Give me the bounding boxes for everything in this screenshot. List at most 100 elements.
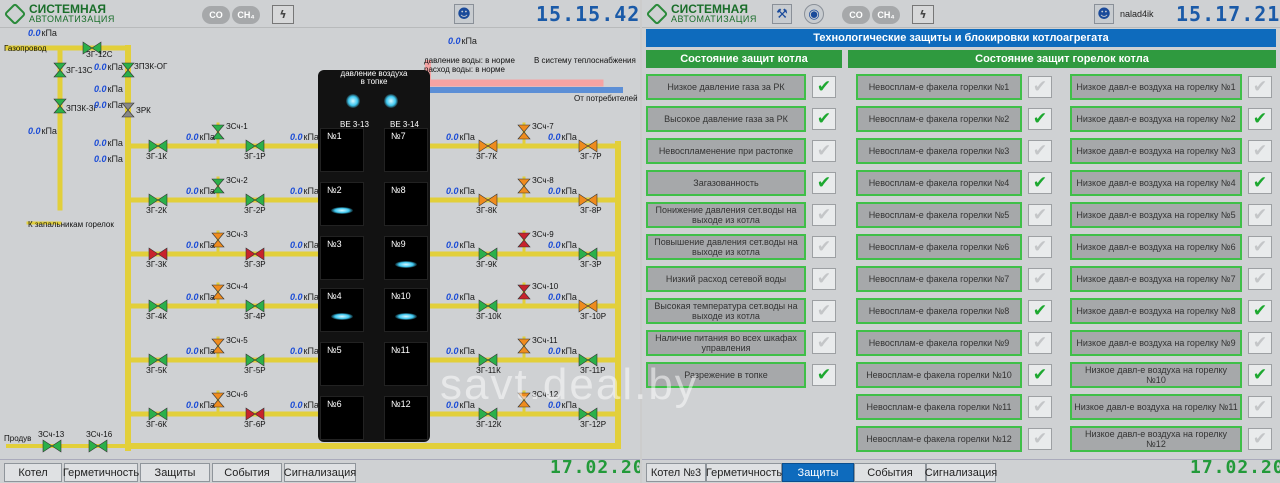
status-check-icon[interactable]: ✔ bbox=[1248, 140, 1272, 162]
air-protection-item[interactable]: Низкое давл-е воздуха на горелку №12 bbox=[1070, 426, 1242, 452]
label-ЗГ-2К: ЗГ-2К bbox=[146, 206, 167, 215]
boiler-protection-item[interactable]: Низкий расход сетевой воды bbox=[646, 266, 806, 292]
air-protection-item[interactable]: Низкое давл-е воздуха на горелку №1 bbox=[1070, 74, 1242, 100]
status-check-icon[interactable]: ✔ bbox=[1248, 396, 1272, 418]
burner-number: №2 bbox=[327, 185, 342, 195]
tab-events[interactable]: События bbox=[212, 463, 282, 482]
status-check-icon[interactable]: ✔ bbox=[1248, 76, 1272, 98]
burner-cell-left[interactable]: №5 bbox=[320, 342, 364, 386]
flame-protection-item[interactable]: Невосплам-е факела горелки №12 bbox=[856, 426, 1022, 452]
status-check-icon[interactable]: ✔ bbox=[812, 140, 836, 162]
ch4-sensor-icon[interactable]: CH₄ bbox=[232, 6, 260, 24]
boiler-protection-item[interactable]: Загазованность bbox=[646, 170, 806, 196]
tab-boiler[interactable]: Котел bbox=[4, 463, 62, 482]
flame-protection-item[interactable]: Невосплам-е факела горелки №4 bbox=[856, 170, 1022, 196]
boiler-protection-item[interactable]: Наличие питания во всех шкафах управлени… bbox=[646, 330, 806, 356]
user-icon[interactable]: ☻ bbox=[454, 4, 474, 24]
status-check-icon[interactable]: ✔ bbox=[1248, 428, 1272, 450]
air-protection-item[interactable]: Низкое давл-е воздуха на горелку №3 bbox=[1070, 138, 1242, 164]
flame-protection-item[interactable]: Невосплам-е факела горелки №7 bbox=[856, 266, 1022, 292]
pressure-unit: кПа bbox=[107, 154, 123, 164]
status-check-icon[interactable]: ✔ bbox=[1028, 332, 1052, 354]
status-check-icon[interactable]: ✔ bbox=[812, 364, 836, 386]
tab-tightness[interactable]: Герметичность bbox=[63, 463, 139, 482]
status-check-icon[interactable]: ✔ bbox=[1248, 172, 1272, 194]
air-protection-item[interactable]: Низкое давл-е воздуха на горелку №9 bbox=[1070, 330, 1242, 356]
burner-cell-left[interactable]: №3 bbox=[320, 236, 364, 280]
boiler-protection-item[interactable]: Высокая температура сет.воды на выходе и… bbox=[646, 298, 806, 324]
air-protection-item[interactable]: Низкое давл-е воздуха на горелку №10 bbox=[1070, 362, 1242, 388]
boiler-protection-item[interactable]: Разрежение в топке bbox=[646, 362, 806, 388]
boiler-protection-item[interactable]: Высокое давление газа за РК bbox=[646, 106, 806, 132]
status-check-icon[interactable]: ✔ bbox=[1028, 140, 1052, 162]
air-protection-item[interactable]: Низкое давл-е воздуха на горелку №4 bbox=[1070, 170, 1242, 196]
label-ЗГ-12К: ЗГ-12К bbox=[476, 420, 502, 429]
status-check-icon[interactable]: ✔ bbox=[812, 204, 836, 226]
pressure-unit: кПа bbox=[199, 292, 215, 302]
flame-protection-item[interactable]: Невосплам-е факела горелки №3 bbox=[856, 138, 1022, 164]
co-sensor-icon[interactable]: CO bbox=[202, 6, 230, 24]
status-check-icon[interactable]: ✔ bbox=[1248, 268, 1272, 290]
boiler-protection-item[interactable]: Повышение давления сет.воды на выходе из… bbox=[646, 234, 806, 260]
status-check-icon[interactable]: ✔ bbox=[812, 76, 836, 98]
burner-cell-left[interactable]: №4 bbox=[320, 288, 364, 332]
status-check-icon[interactable]: ✔ bbox=[812, 268, 836, 290]
tab-alarms[interactable]: Сигнализация bbox=[284, 463, 356, 482]
status-check-icon[interactable]: ✔ bbox=[1028, 76, 1052, 98]
burner-cell-left[interactable]: №2 bbox=[320, 182, 364, 226]
status-check-icon[interactable]: ✔ bbox=[1248, 204, 1272, 226]
flame-protection-item[interactable]: Невосплам-е факела горелки №10 bbox=[856, 362, 1022, 388]
status-check-icon[interactable]: ✔ bbox=[812, 300, 836, 322]
tab-boiler[interactable]: Котел №3 bbox=[646, 463, 706, 482]
status-check-icon[interactable]: ✔ bbox=[1248, 300, 1272, 322]
status-check-icon[interactable]: ✔ bbox=[812, 236, 836, 258]
tab-tightness[interactable]: Герметичность bbox=[706, 463, 782, 482]
flame-protection-item[interactable]: Невосплам-е факела горелки №11 bbox=[856, 394, 1022, 420]
burner-cell-left[interactable]: №6 bbox=[320, 396, 364, 440]
burner-cell-right[interactable]: №11 bbox=[384, 342, 428, 386]
status-check-icon[interactable]: ✔ bbox=[1028, 108, 1052, 130]
flame-protection-item[interactable]: Невосплам-е факела горелки №8 bbox=[856, 298, 1022, 324]
status-check-icon[interactable]: ✔ bbox=[1028, 396, 1052, 418]
status-check-icon[interactable]: ✔ bbox=[812, 172, 836, 194]
burner-cell-right[interactable]: №9 bbox=[384, 236, 428, 280]
burner-cell-left[interactable]: №1 bbox=[320, 128, 364, 172]
boiler-protection-item[interactable]: Понижение давления сет.воды на выходе из… bbox=[646, 202, 806, 228]
air-protection-item[interactable]: Низкое давл-е воздуха на горелку №7 bbox=[1070, 266, 1242, 292]
air-protection-item[interactable]: Низкое давл-е воздуха на горелку №2 bbox=[1070, 106, 1242, 132]
flame-protection-item[interactable]: Невосплам-е факела горелки №5 bbox=[856, 202, 1022, 228]
status-check-icon[interactable]: ✔ bbox=[1028, 204, 1052, 226]
status-check-icon[interactable]: ✔ bbox=[812, 108, 836, 130]
status-check-icon[interactable]: ✔ bbox=[1028, 364, 1052, 386]
status-check-icon[interactable]: ✔ bbox=[1028, 236, 1052, 258]
air-protection-item[interactable]: Низкое давл-е воздуха на горелку №8 bbox=[1070, 298, 1242, 324]
flame-protection-item[interactable]: Невосплам-е факела горелки №2 bbox=[856, 106, 1022, 132]
air-protection-item[interactable]: Низкое давл-е воздуха на горелку №5 bbox=[1070, 202, 1242, 228]
voltage-warning-icon[interactable]: ϟ bbox=[272, 5, 294, 24]
boiler-protection-item[interactable]: Низкое давление газа за РК bbox=[646, 74, 806, 100]
flame-protection-item[interactable]: Невосплам-е факела горелки №1 bbox=[856, 74, 1022, 100]
status-check-icon[interactable]: ✔ bbox=[1248, 364, 1272, 386]
status-check-icon[interactable]: ✔ bbox=[1028, 428, 1052, 450]
flame-protection-item[interactable]: Невосплам-е факела горелки №6 bbox=[856, 234, 1022, 260]
burner-cell-right[interactable]: №10 bbox=[384, 288, 428, 332]
flame-protection-item[interactable]: Невосплам-е факела горелки №9 bbox=[856, 330, 1022, 356]
burner-cell-right[interactable]: №7 bbox=[384, 128, 428, 172]
status-check-icon[interactable]: ✔ bbox=[1028, 268, 1052, 290]
pressure-value: 0.0 bbox=[446, 132, 459, 142]
boiler-protection-item[interactable]: Невоспламенение при растопке bbox=[646, 138, 806, 164]
status-check-icon[interactable]: ✔ bbox=[1028, 172, 1052, 194]
burner-cell-right[interactable]: №8 bbox=[384, 182, 428, 226]
status-check-icon[interactable]: ✔ bbox=[1248, 108, 1272, 130]
tab-protections[interactable]: Защиты bbox=[140, 463, 210, 482]
status-check-icon[interactable]: ✔ bbox=[812, 332, 836, 354]
tab-alarms[interactable]: Сигнализация bbox=[925, 463, 997, 482]
air-protection-item[interactable]: Низкое давл-е воздуха на горелку №6 bbox=[1070, 234, 1242, 260]
air-protection-item[interactable]: Низкое давл-е воздуха на горелку №11 bbox=[1070, 394, 1242, 420]
tab-events[interactable]: События bbox=[854, 463, 926, 482]
status-check-icon[interactable]: ✔ bbox=[1248, 332, 1272, 354]
tab-protections[interactable]: Защиты bbox=[782, 463, 854, 482]
status-check-icon[interactable]: ✔ bbox=[1028, 300, 1052, 322]
burner-cell-right[interactable]: №12 bbox=[384, 396, 428, 440]
status-check-icon[interactable]: ✔ bbox=[1248, 236, 1272, 258]
